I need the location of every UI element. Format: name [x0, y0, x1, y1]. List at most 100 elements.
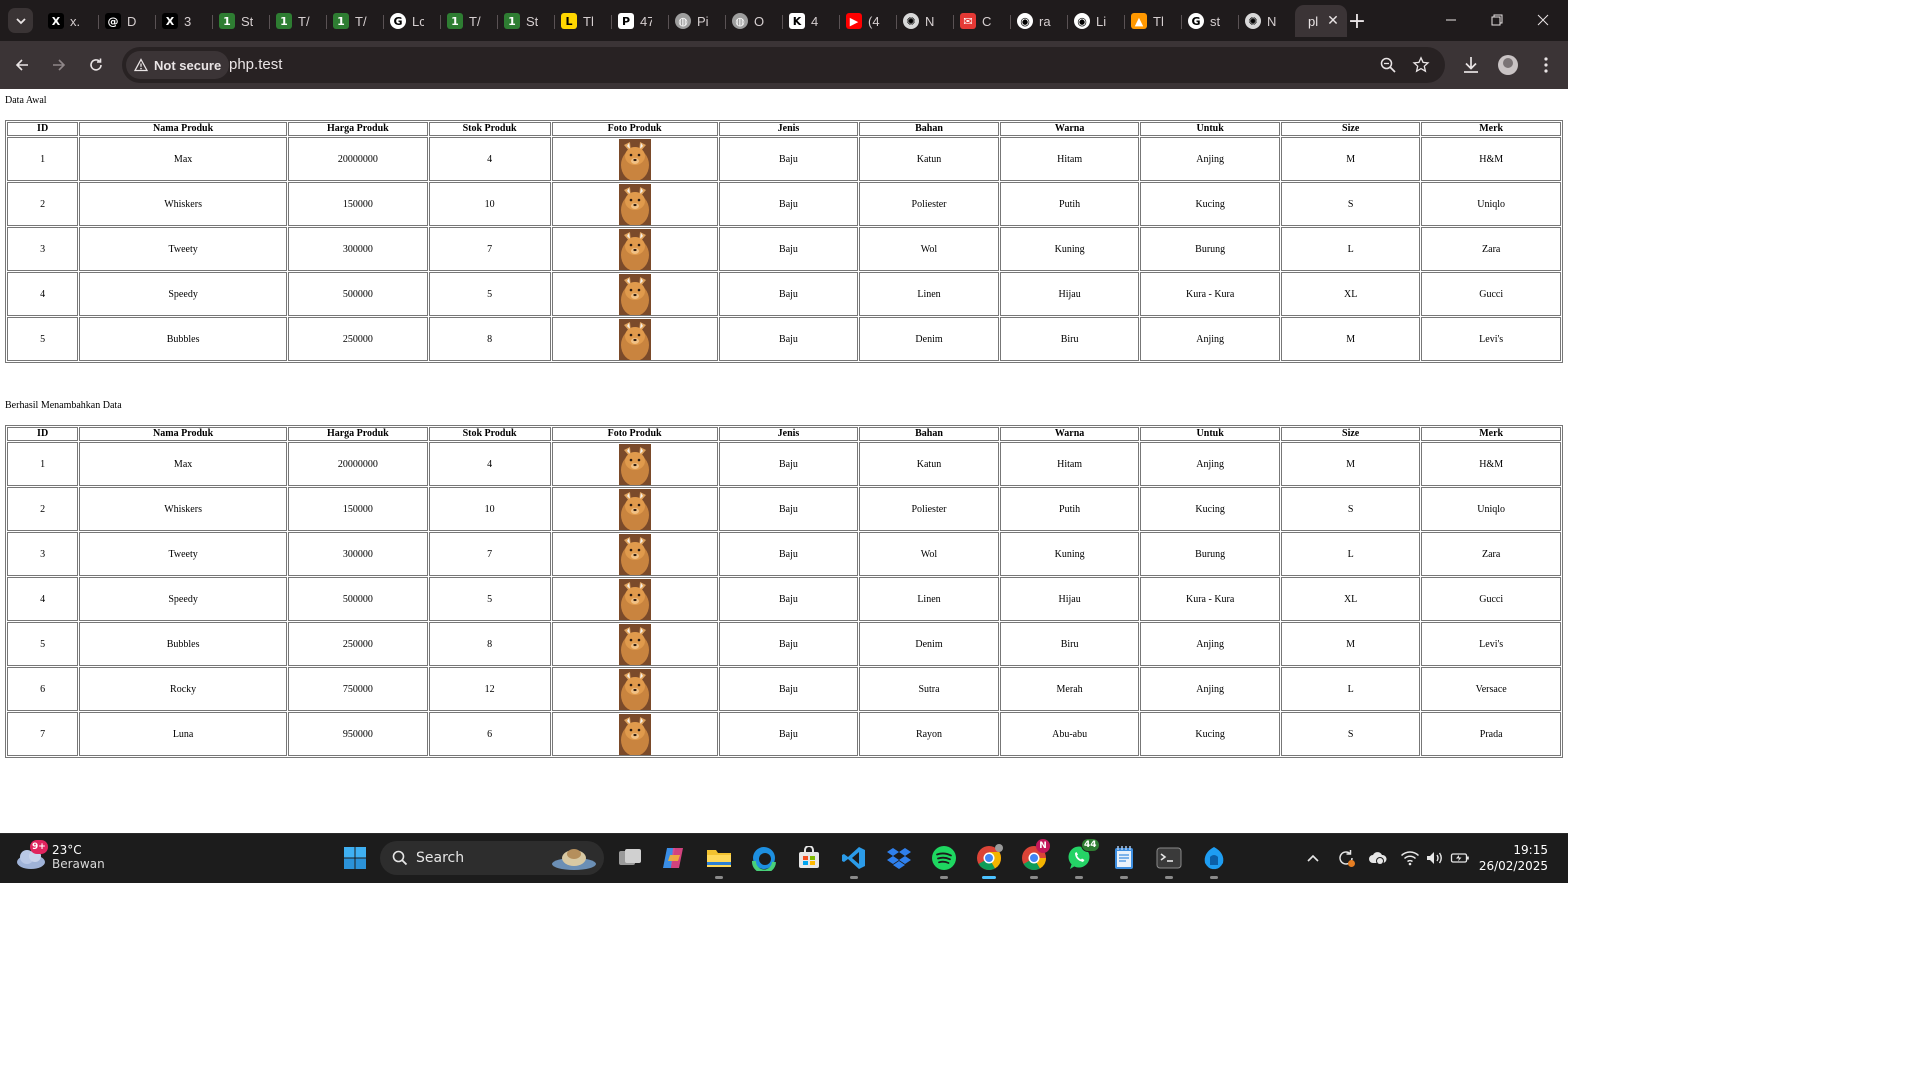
show-hidden-icons-button[interactable]: [1303, 848, 1323, 868]
tab[interactable]: ▶ (4: [839, 5, 896, 37]
taskbar-dropbox[interactable]: [883, 842, 915, 874]
github-icon: ◉: [1017, 13, 1033, 29]
column-header: Warna: [999, 122, 1140, 136]
tab[interactable]: @ D: [98, 5, 155, 37]
notepad-icon: [1115, 846, 1133, 869]
table-cell: Whiskers: [79, 182, 287, 226]
tab[interactable]: ▲ Tl: [1124, 5, 1181, 37]
table-cell: Levi's: [1421, 622, 1561, 666]
running-indicator: [850, 876, 858, 879]
url-text[interactable]: php.test: [229, 56, 282, 73]
tab-search-button[interactable]: [8, 8, 33, 33]
column-header: Harga Produk: [287, 427, 428, 441]
taskbar-store[interactable]: [793, 842, 825, 874]
tab[interactable]: 1 St: [497, 5, 554, 37]
table-cell: Versace: [1421, 667, 1561, 711]
taskbar-whatsapp[interactable]: 44: [1063, 838, 1100, 879]
minimize-button[interactable]: [1428, 6, 1474, 34]
weather-widget[interactable]: 9+ 23°C Berawan: [14, 840, 105, 872]
tab[interactable]: ◉ ra: [1010, 5, 1067, 37]
security-indicator[interactable]: Not secure: [126, 51, 230, 79]
tab[interactable]: Gst: [1181, 5, 1238, 37]
menu-button[interactable]: [1535, 54, 1557, 76]
taskbar-chrome[interactable]: [973, 842, 1005, 879]
tab-close-icon[interactable]: ✕: [1325, 13, 1341, 29]
column-header: Harga Produk: [287, 122, 428, 136]
caption-initial-data: Data Awal: [5, 95, 47, 106]
wifi-tray-button[interactable]: [1400, 848, 1420, 868]
taskbar-file-explorer[interactable]: [703, 842, 735, 879]
back-button[interactable]: [9, 52, 35, 78]
forward-button[interactable]: [46, 52, 72, 78]
table-cell: Hijau: [999, 272, 1140, 316]
table-cell: 300000: [287, 532, 428, 576]
taskbar-copilot[interactable]: [658, 842, 690, 874]
wifi-icon: [1400, 851, 1420, 866]
table-cell: 250000: [287, 317, 428, 361]
tab[interactable]: G Lc: [383, 5, 440, 37]
taskbar-edge[interactable]: [748, 842, 780, 874]
volume-tray-button[interactable]: [1425, 848, 1445, 868]
tab[interactable]: P 47: [611, 5, 668, 37]
weather-temperature: 23°C: [52, 843, 82, 857]
table-cell: Hijau: [999, 577, 1140, 621]
start-button[interactable]: [339, 842, 371, 874]
tab[interactable]: ◉ Li: [1067, 5, 1124, 37]
taskbar-spotify[interactable]: [928, 842, 960, 879]
tab[interactable]: ✺ N: [1238, 5, 1295, 37]
taskbar-app-blue[interactable]: [1198, 842, 1230, 879]
column-header: Warna: [999, 427, 1140, 441]
table-cell: Bubbles: [79, 317, 287, 361]
taskbar-chrome-profile[interactable]: N: [1018, 839, 1050, 879]
taskbar-search[interactable]: Search: [380, 841, 604, 875]
restore-button[interactable]: [1474, 6, 1520, 34]
tab[interactable]: ◍ O: [725, 5, 782, 37]
taskbar-vscode[interactable]: [838, 842, 870, 879]
tab[interactable]: ◍ Pi: [668, 5, 725, 37]
tab[interactable]: ✉ C: [953, 5, 1010, 37]
tab-title: T/: [355, 13, 367, 29]
terminal-icon: [1156, 847, 1182, 869]
close-window-button[interactable]: [1520, 6, 1566, 34]
battery-tray-button[interactable]: [1450, 848, 1470, 868]
tab[interactable]: L Tl: [554, 5, 611, 37]
close-icon: [1537, 14, 1549, 26]
table-cell: 5: [7, 622, 79, 666]
onedrive-tray-button[interactable]: [1368, 848, 1388, 868]
profile-button[interactable]: [1497, 54, 1519, 76]
tab[interactable]: 1 T/: [269, 5, 326, 37]
table-cell: 10: [428, 487, 551, 531]
running-indicator: [940, 876, 948, 879]
downloads-button[interactable]: [1460, 54, 1482, 76]
tab[interactable]: 1 T/: [326, 5, 383, 37]
tab[interactable]: ✺ N: [896, 5, 953, 37]
tab[interactable]: 1 St: [212, 5, 269, 37]
zoom-icon[interactable]: [1379, 56, 1397, 74]
table-cell: Max: [79, 137, 287, 181]
table-row: 4 Speedy 500000 5 Baju Linen Hijau Kura - Kura X…: [7, 577, 1561, 621]
table-cell: Gucci: [1421, 577, 1561, 621]
column-header: Merk: [1421, 122, 1561, 136]
product-photo-cell: [551, 227, 718, 271]
bookmark-star-icon[interactable]: [1412, 56, 1430, 74]
tab[interactable]: X3: [155, 5, 212, 37]
tab[interactable]: K4: [782, 5, 839, 37]
address-bar[interactable]: Not secure php.test: [122, 47, 1445, 83]
clock[interactable]: 19:15 26/02/2025: [1479, 842, 1548, 874]
table-cell: 150000: [287, 487, 428, 531]
table-cell: 5: [7, 317, 79, 361]
task-view-button[interactable]: [614, 842, 646, 874]
column-header: Bahan: [859, 427, 999, 441]
column-header: Size: [1280, 122, 1421, 136]
tab-active[interactable]: pl ✕: [1295, 5, 1347, 37]
tab[interactable]: Xx.: [41, 5, 98, 37]
tab[interactable]: 1 T/: [440, 5, 497, 37]
taskbar-notepad[interactable]: [1108, 842, 1140, 879]
reload-button[interactable]: [83, 52, 109, 78]
table-cell: L: [1280, 532, 1421, 576]
new-tab-button[interactable]: +: [1345, 9, 1369, 34]
product-photo-cell: [551, 317, 718, 361]
sync-tray-button[interactable]: [1336, 848, 1356, 868]
search-highlight-icon: [552, 849, 596, 870]
taskbar-terminal[interactable]: [1153, 842, 1185, 879]
